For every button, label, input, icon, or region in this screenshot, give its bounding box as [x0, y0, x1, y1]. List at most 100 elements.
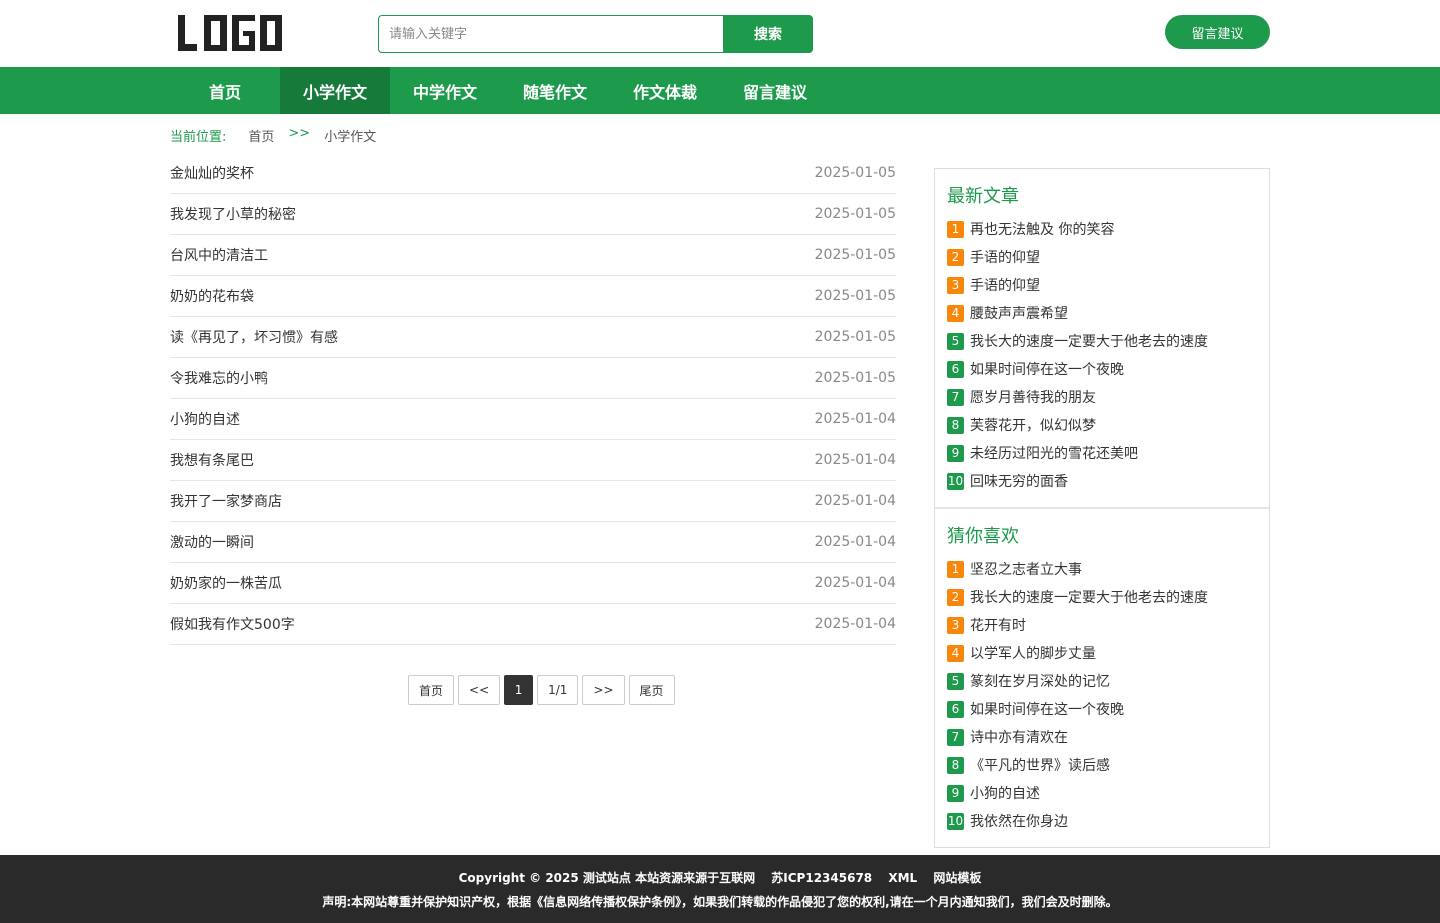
main-nav: 首页 小学作文 中学作文 随笔作文 作文体裁 留言建议	[0, 67, 1440, 114]
pagination-current[interactable]: 1	[504, 675, 534, 705]
rank-title[interactable]: 《平凡的世界》读后感	[970, 755, 1110, 775]
rank-item[interactable]: 2 手语的仰望	[947, 243, 1257, 271]
rank-item[interactable]: 4 腰鼓声声震希望	[947, 299, 1257, 327]
rank-title[interactable]: 我依然在你身边	[970, 811, 1068, 831]
rank-item[interactable]: 8 《平凡的世界》读后感	[947, 751, 1257, 779]
rank-item[interactable]: 8 芙蓉花开，似幻似梦	[947, 411, 1257, 439]
rank-title[interactable]: 腰鼓声声震希望	[970, 303, 1068, 323]
breadcrumb-current[interactable]: 小学作文	[324, 126, 376, 145]
list-item[interactable]: 我想有条尾巴 2025-01-04	[170, 440, 896, 481]
search-button[interactable]: 搜索	[723, 15, 813, 53]
rank-title[interactable]: 篆刻在岁月深处的记忆	[970, 671, 1110, 691]
rank-item[interactable]: 7 诗中亦有清欢在	[947, 723, 1257, 751]
footer-icp-link[interactable]: 苏ICP12345678	[771, 871, 872, 885]
rank-title[interactable]: 如果时间停在这一个夜晚	[970, 359, 1124, 379]
rank-title[interactable]: 小狗的自述	[970, 783, 1040, 803]
list-item[interactable]: 金灿灿的奖杯 2025-01-05	[170, 153, 896, 194]
rank-number: 4	[947, 304, 964, 322]
rank-title[interactable]: 愿岁月善待我的朋友	[970, 387, 1096, 407]
article-title[interactable]: 金灿灿的奖杯	[170, 163, 254, 183]
rank-number: 2	[947, 588, 964, 606]
nav-item-notes-essay[interactable]: 随笔作文	[500, 67, 610, 114]
pagination-prev[interactable]: <<	[458, 675, 501, 705]
rank-title[interactable]: 芙蓉花开，似幻似梦	[970, 415, 1096, 435]
pagination-first[interactable]: 首页	[408, 675, 455, 705]
rank-number: 3	[947, 276, 964, 294]
article-date: 2025-01-04	[814, 534, 896, 550]
recommend-title: 猜你喜欢	[947, 526, 1019, 547]
article-title[interactable]: 令我难忘的小鸭	[170, 368, 268, 388]
pagination-next[interactable]: >>	[582, 675, 625, 705]
rank-number: 3	[947, 616, 964, 634]
nav-item-middle-essay[interactable]: 中学作文	[390, 67, 500, 114]
article-title[interactable]: 奶奶的花布袋	[170, 286, 254, 306]
rank-item[interactable]: 10 我依然在你身边	[947, 807, 1257, 835]
site-logo[interactable]	[177, 13, 283, 53]
latest-articles-box: 最新文章 1 再也无法触及 你的笑容 2 手语的仰望 3 手语的仰望 4 腰鼓声声震希望…	[935, 169, 1269, 507]
rank-item[interactable]: 10 回味无穷的面香	[947, 467, 1257, 495]
breadcrumb: 当前位置: 首页 >> 小学作文	[170, 126, 376, 145]
nav-item-primary-essay[interactable]: 小学作文	[280, 67, 390, 114]
article-title[interactable]: 激动的一瞬间	[170, 532, 254, 552]
rank-item[interactable]: 4 以学军人的脚步丈量	[947, 639, 1257, 667]
rank-title[interactable]: 以学军人的脚步丈量	[970, 643, 1096, 663]
list-item[interactable]: 读《再见了，坏习惯》有感 2025-01-05	[170, 317, 896, 358]
footer-xml-link[interactable]: XML	[888, 871, 917, 885]
rank-item[interactable]: 9 未经历过阳光的雪花还美吧	[947, 439, 1257, 467]
pagination-last[interactable]: 尾页	[628, 675, 675, 705]
rank-title[interactable]: 花开有时	[970, 615, 1026, 635]
list-item[interactable]: 小狗的自述 2025-01-04	[170, 399, 896, 440]
article-list: 金灿灿的奖杯 2025-01-05 我发现了小草的秘密 2025-01-05 台风中…	[170, 153, 896, 645]
article-title[interactable]: 台风中的清洁工	[170, 245, 268, 265]
list-item[interactable]: 假如我有作文500字 2025-01-04	[170, 604, 896, 645]
article-title[interactable]: 小狗的自述	[170, 409, 240, 429]
rank-item[interactable]: 2 我长大的速度一定要大于他老去的速度	[947, 583, 1257, 611]
rank-title[interactable]: 再也无法触及 你的笑容	[970, 219, 1114, 239]
article-title[interactable]: 读《再见了，坏习惯》有感	[170, 327, 338, 347]
list-item[interactable]: 奶奶家的一株苦瓜 2025-01-04	[170, 563, 896, 604]
rank-item[interactable]: 1 坚忍之志者立大事	[947, 555, 1257, 583]
list-item[interactable]: 我开了一家梦商店 2025-01-04	[170, 481, 896, 522]
article-title[interactable]: 假如我有作文500字	[170, 614, 295, 634]
article-date: 2025-01-05	[814, 370, 896, 386]
rank-item[interactable]: 9 小狗的自述	[947, 779, 1257, 807]
rank-title[interactable]: 手语的仰望	[970, 247, 1040, 267]
rank-number: 10	[947, 812, 964, 830]
nav-item-message[interactable]: 留言建议	[720, 67, 830, 114]
rank-item[interactable]: 5 篆刻在岁月深处的记忆	[947, 667, 1257, 695]
breadcrumb-home-link[interactable]: 首页	[248, 126, 274, 145]
article-title[interactable]: 我发现了小草的秘密	[170, 204, 296, 224]
rank-title[interactable]: 我长大的速度一定要大于他老去的速度	[970, 331, 1208, 351]
rank-number: 5	[947, 332, 964, 350]
nav-item-essay-genre[interactable]: 作文体裁	[610, 67, 720, 114]
list-item[interactable]: 台风中的清洁工 2025-01-05	[170, 235, 896, 276]
rank-number: 9	[947, 784, 964, 802]
list-item[interactable]: 我发现了小草的秘密 2025-01-05	[170, 194, 896, 235]
footer-template-link[interactable]: 网站模板	[933, 871, 981, 885]
search-input[interactable]	[378, 15, 723, 53]
list-item[interactable]: 激动的一瞬间 2025-01-04	[170, 522, 896, 563]
article-date: 2025-01-05	[814, 165, 896, 181]
rank-title[interactable]: 回味无穷的面香	[970, 471, 1068, 491]
rank-title[interactable]: 诗中亦有清欢在	[970, 727, 1068, 747]
rank-title[interactable]: 如果时间停在这一个夜晚	[970, 699, 1124, 719]
rank-item[interactable]: 3 花开有时	[947, 611, 1257, 639]
list-item[interactable]: 奶奶的花布袋 2025-01-05	[170, 276, 896, 317]
rank-item[interactable]: 6 如果时间停在这一个夜晚	[947, 695, 1257, 723]
message-button[interactable]: 留言建议	[1165, 15, 1270, 49]
article-title[interactable]: 奶奶家的一株苦瓜	[170, 573, 282, 593]
rank-title[interactable]: 我长大的速度一定要大于他老去的速度	[970, 587, 1208, 607]
rank-title[interactable]: 手语的仰望	[970, 275, 1040, 295]
nav-item-home[interactable]: 首页	[170, 67, 280, 114]
article-title[interactable]: 我开了一家梦商店	[170, 491, 282, 511]
rank-item[interactable]: 5 我长大的速度一定要大于他老去的速度	[947, 327, 1257, 355]
rank-item[interactable]: 7 愿岁月善待我的朋友	[947, 383, 1257, 411]
rank-item[interactable]: 1 再也无法触及 你的笑容	[947, 215, 1257, 243]
rank-item[interactable]: 6 如果时间停在这一个夜晚	[947, 355, 1257, 383]
rank-title[interactable]: 坚忍之志者立大事	[970, 559, 1082, 579]
article-date: 2025-01-04	[814, 575, 896, 591]
article-title[interactable]: 我想有条尾巴	[170, 450, 254, 470]
rank-title[interactable]: 未经历过阳光的雪花还美吧	[970, 443, 1138, 463]
list-item[interactable]: 令我难忘的小鸭 2025-01-05	[170, 358, 896, 399]
rank-item[interactable]: 3 手语的仰望	[947, 271, 1257, 299]
